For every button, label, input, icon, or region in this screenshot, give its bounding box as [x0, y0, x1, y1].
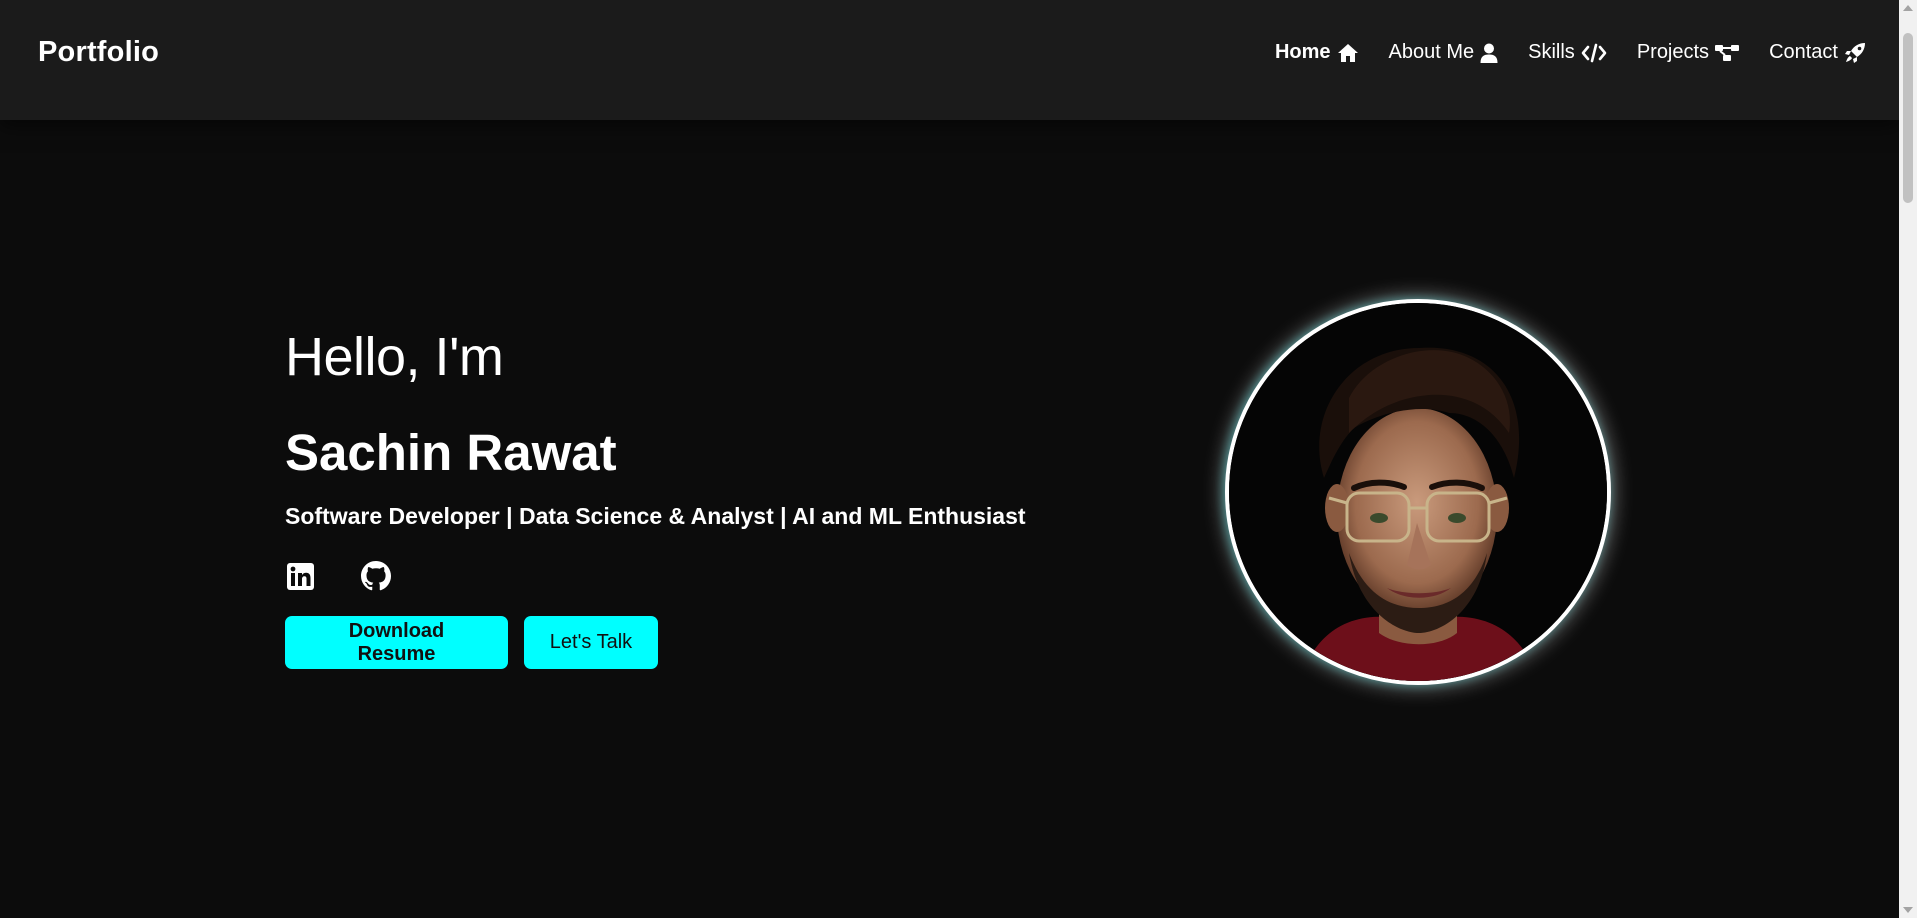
project-diagram-icon — [1715, 44, 1740, 61]
nav-item-label: Skills — [1528, 41, 1575, 63]
linkedin-link[interactable] — [285, 561, 315, 591]
nav-item-about[interactable]: About Me — [1389, 41, 1499, 64]
code-icon — [1581, 43, 1607, 62]
nav-links: Home About Me Skills Projects Contact — [1275, 41, 1866, 64]
page-scrollbar[interactable] — [1899, 0, 1917, 918]
nav-item-home[interactable]: Home — [1275, 41, 1359, 64]
user-icon — [1480, 43, 1498, 63]
linkedin-icon — [286, 562, 314, 590]
scroll-up-arrow-icon[interactable] — [1903, 5, 1913, 11]
github-link[interactable] — [361, 561, 391, 591]
lets-talk-button[interactable]: Let's Talk — [524, 616, 658, 669]
nav-item-label: Contact — [1769, 41, 1838, 63]
rocket-icon — [1845, 42, 1865, 63]
brand-logo[interactable]: Portfolio — [38, 36, 159, 69]
nav-item-projects[interactable]: Projects — [1636, 41, 1740, 64]
nav-item-label: Home — [1274, 41, 1331, 63]
download-resume-button[interactable]: Download Resume — [285, 616, 508, 669]
nav-item-skills[interactable]: Skills — [1528, 41, 1607, 64]
scroll-thumb[interactable] — [1903, 33, 1913, 203]
scroll-down-arrow-icon[interactable] — [1903, 907, 1913, 913]
greeting: Hello, I'm — [285, 327, 504, 387]
social-links — [285, 561, 391, 591]
hero-name: Sachin Rawat — [285, 424, 617, 481]
navbar: Portfolio Home About Me Skills Projects … — [0, 0, 1899, 120]
github-icon — [361, 561, 391, 591]
hero-section: Hello, I'm Sachin Rawat Software Develop… — [285, 325, 1085, 669]
nav-item-contact[interactable]: Contact — [1769, 41, 1866, 64]
nav-item-label: Projects — [1636, 41, 1710, 63]
home-icon — [1337, 43, 1358, 62]
page: Portfolio Home About Me Skills Projects … — [0, 0, 1917, 918]
hero-tagline: Software Developer | Data Science & Anal… — [285, 503, 1026, 529]
nav-item-label: About Me — [1388, 41, 1475, 63]
hero-buttons: Download Resume Let's Talk — [285, 616, 658, 669]
profile-photo-illustration — [1229, 303, 1607, 681]
profile-photo — [1225, 299, 1611, 685]
